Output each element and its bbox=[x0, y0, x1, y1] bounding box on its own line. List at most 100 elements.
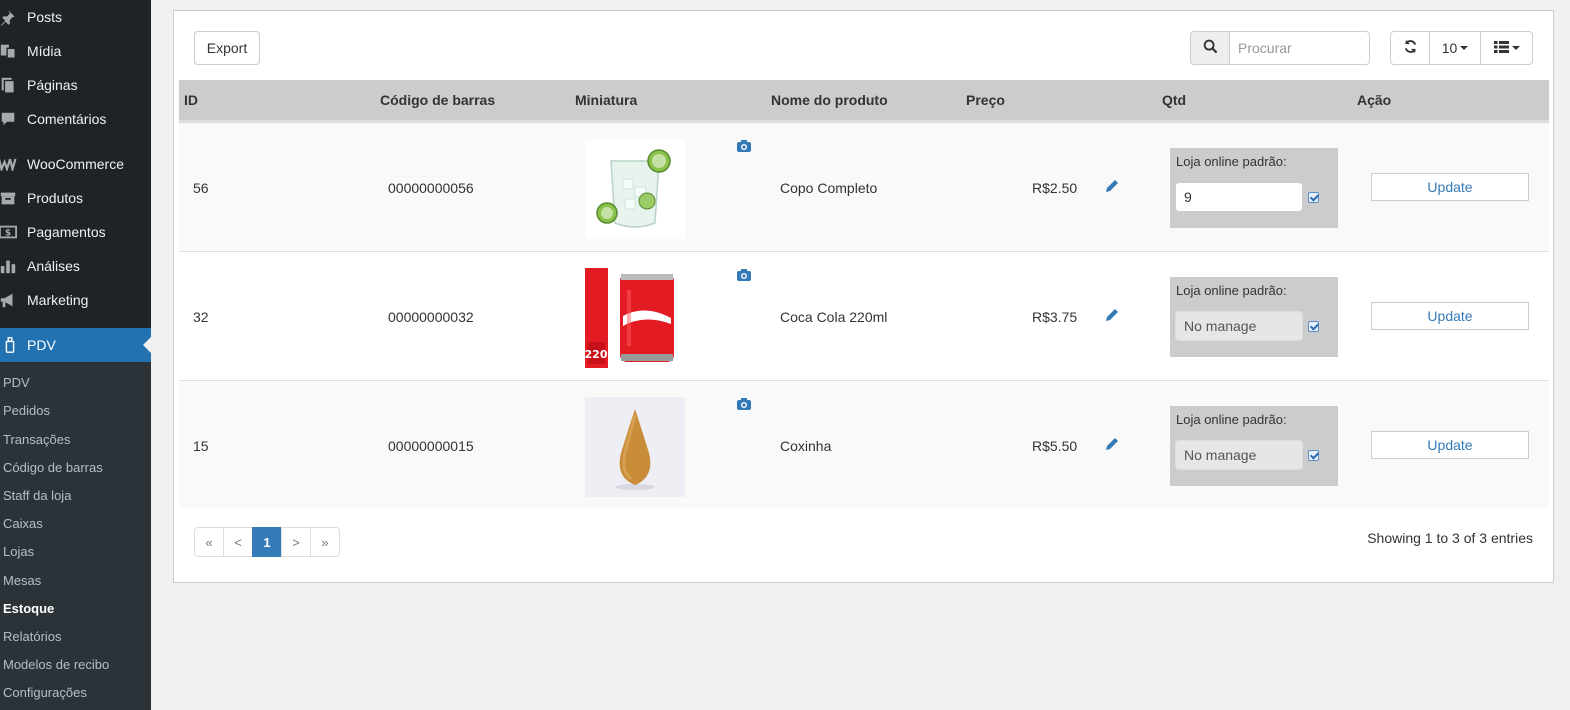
woocommerce-icon bbox=[0, 154, 18, 174]
lime-glass-image bbox=[585, 139, 685, 239]
product-thumbnail[interactable] bbox=[585, 139, 685, 239]
menu-label: WooCommerce bbox=[27, 156, 124, 172]
edit-price-icon[interactable] bbox=[1105, 437, 1119, 454]
edit-price-icon[interactable] bbox=[1105, 308, 1119, 325]
product-id: 15 bbox=[193, 438, 209, 454]
camera-icon[interactable] bbox=[737, 397, 751, 413]
menu-item-posts[interactable]: Posts bbox=[0, 0, 151, 34]
update-button[interactable]: Update bbox=[1371, 431, 1529, 459]
menu-label: Pagamentos bbox=[27, 224, 106, 240]
update-button[interactable]: Update bbox=[1371, 302, 1529, 330]
menu-label: Comentários bbox=[27, 111, 107, 127]
submenu-item-codigo-de-barras[interactable]: Código de barras bbox=[3, 458, 103, 478]
stock-box: Loja online padrão: bbox=[1170, 277, 1338, 357]
columns-dropdown[interactable] bbox=[1480, 31, 1533, 65]
last-page-button[interactable]: » bbox=[310, 527, 340, 557]
table-row: 32 00000000032 220 Coca Cola 220ml R$3.7… bbox=[179, 251, 1549, 380]
column-header-barcode[interactable]: Código de barras bbox=[380, 80, 495, 120]
column-header-price[interactable]: Preço bbox=[966, 80, 1005, 120]
submenu-item-staff-da-loja[interactable]: Staff da loja bbox=[3, 486, 71, 506]
submenu-item-mesas[interactable]: Mesas bbox=[3, 571, 41, 591]
next-page-button[interactable]: > bbox=[281, 527, 311, 557]
coxinha-image bbox=[585, 397, 685, 497]
search-icon bbox=[1203, 39, 1218, 57]
stock-box: Loja online padrão: bbox=[1170, 406, 1338, 486]
menu-item-woocommerce[interactable]: WooCommerce bbox=[0, 147, 151, 181]
manage-stock-checkbox[interactable] bbox=[1308, 450, 1319, 461]
submenu-item-lojas[interactable]: Lojas bbox=[3, 542, 34, 562]
camera-icon[interactable] bbox=[737, 139, 751, 155]
payments-icon: $ bbox=[0, 222, 18, 242]
camera-icon[interactable] bbox=[737, 268, 751, 284]
menu-item-produtos[interactable]: Produtos bbox=[0, 181, 151, 215]
stock-qty-input[interactable] bbox=[1175, 182, 1303, 212]
product-thumbnail[interactable]: 220 bbox=[585, 268, 685, 368]
page-1-button[interactable]: 1 bbox=[252, 527, 282, 557]
table-controls: 10 bbox=[1390, 31, 1533, 65]
column-header-id[interactable]: ID bbox=[184, 80, 198, 120]
first-page-button[interactable]: « bbox=[194, 527, 224, 557]
submenu-item-pedidos[interactable]: Pedidos bbox=[3, 401, 50, 421]
stock-location-label: Loja online padrão: bbox=[1176, 412, 1287, 427]
stock-qty-input[interactable] bbox=[1175, 311, 1303, 341]
menu-item-marketing[interactable]: Marketing bbox=[0, 283, 151, 317]
submenu-item-pdv[interactable]: PDV bbox=[3, 373, 30, 393]
menu-label: Mídia bbox=[27, 43, 62, 59]
product-barcode: 00000000032 bbox=[388, 309, 474, 325]
list-icon bbox=[1493, 40, 1509, 56]
menu-item-analises[interactable]: Análises bbox=[0, 249, 151, 283]
stock-box: Loja online padrão: bbox=[1170, 148, 1338, 228]
svg-text:$: $ bbox=[5, 229, 11, 239]
inventory-panel: Export 10 ID Código de barras Miniatura … bbox=[173, 10, 1554, 583]
comments-icon bbox=[0, 109, 18, 129]
search-button[interactable] bbox=[1190, 31, 1230, 65]
table-header: ID Código de barras Miniatura Nome do pr… bbox=[179, 80, 1549, 122]
product-name: Coca Cola 220ml bbox=[780, 309, 888, 325]
prev-page-button[interactable]: < bbox=[223, 527, 253, 557]
product-name: Coxinha bbox=[780, 438, 832, 454]
product-barcode: 00000000056 bbox=[388, 180, 474, 196]
submenu-item-configuracoes[interactable]: Configurações bbox=[3, 683, 87, 703]
pos-icon bbox=[0, 335, 20, 355]
menu-item-pdv[interactable]: PDV bbox=[0, 328, 151, 362]
column-header-qty[interactable]: Qtd bbox=[1162, 80, 1186, 120]
export-button[interactable]: Export bbox=[194, 31, 260, 65]
megaphone-icon bbox=[0, 290, 18, 310]
stock-location-label: Loja online padrão: bbox=[1176, 283, 1287, 298]
stock-qty-input[interactable] bbox=[1175, 440, 1303, 470]
svg-text:220: 220 bbox=[585, 348, 608, 361]
product-name: Copo Completo bbox=[780, 180, 878, 196]
manage-stock-checkbox[interactable] bbox=[1308, 192, 1319, 203]
product-id: 32 bbox=[193, 309, 209, 325]
coke-can-image: 220 bbox=[585, 268, 685, 368]
pin-icon bbox=[0, 7, 18, 27]
menu-item-paginas[interactable]: Páginas bbox=[0, 68, 151, 102]
page-size-value: 10 bbox=[1441, 40, 1458, 56]
menu-label: Posts bbox=[27, 9, 63, 25]
media-icon bbox=[0, 41, 18, 61]
entries-summary: Showing 1 to 3 of 3 entries bbox=[1367, 530, 1533, 546]
column-header-action[interactable]: Ação bbox=[1357, 80, 1391, 120]
product-thumbnail[interactable] bbox=[585, 397, 685, 497]
submenu-item-caixas[interactable]: Caixas bbox=[3, 514, 43, 534]
column-header-product-name[interactable]: Nome do produto bbox=[771, 80, 888, 120]
product-barcode: 00000000015 bbox=[388, 438, 474, 454]
page-size-dropdown[interactable]: 10 bbox=[1429, 31, 1481, 65]
table-row: 15 00000000015 Coxinha R$5.50 Loja onlin… bbox=[179, 380, 1549, 509]
search-input[interactable] bbox=[1229, 31, 1370, 65]
products-icon bbox=[0, 188, 18, 208]
admin-sidebar: Posts Mídia Páginas Comentários WooComme… bbox=[0, 0, 151, 710]
menu-item-midia[interactable]: Mídia bbox=[0, 34, 151, 68]
column-header-thumbnail[interactable]: Miniatura bbox=[575, 80, 637, 120]
submenu-item-relatorios[interactable]: Relatórios bbox=[3, 627, 62, 647]
menu-item-pagamentos[interactable]: $ Pagamentos bbox=[0, 215, 151, 249]
submenu-item-estoque[interactable]: Estoque bbox=[3, 599, 54, 619]
manage-stock-checkbox[interactable] bbox=[1308, 321, 1319, 332]
refresh-button[interactable] bbox=[1390, 31, 1430, 65]
menu-item-comentarios[interactable]: Comentários bbox=[0, 102, 151, 136]
edit-price-icon[interactable] bbox=[1105, 179, 1119, 196]
submenu-item-modelos-de-recibo[interactable]: Modelos de recibo bbox=[3, 655, 109, 675]
menu-label: Marketing bbox=[27, 292, 89, 308]
submenu-item-transacoes[interactable]: Transações bbox=[3, 430, 70, 450]
update-button[interactable]: Update bbox=[1371, 173, 1529, 201]
